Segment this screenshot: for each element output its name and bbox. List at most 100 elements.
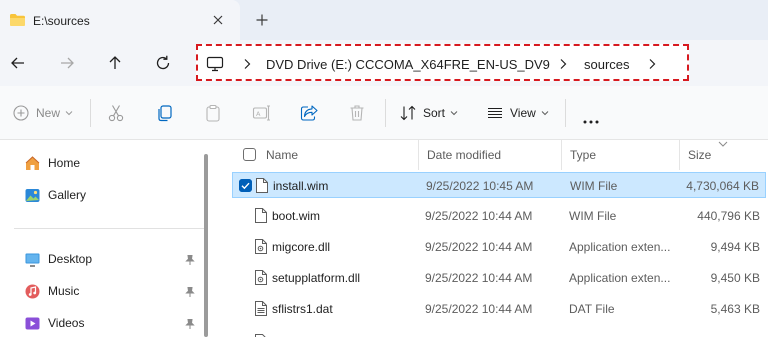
file-icon — [256, 178, 268, 193]
folder-icon — [10, 14, 25, 26]
sidebar-divider — [14, 228, 204, 229]
dll-file-icon — [255, 239, 267, 254]
home-icon — [25, 155, 40, 170]
this-pc-icon[interactable] — [206, 56, 224, 72]
column-header-label: Type — [570, 148, 597, 162]
delete-icon[interactable] — [347, 103, 367, 123]
command-separator — [385, 99, 386, 127]
table-row[interactable]: migcore.dll 9/25/2022 10:44 AM Applicati… — [232, 234, 766, 260]
sort-button-label: Sort — [423, 106, 446, 120]
refresh-icon[interactable] — [153, 53, 173, 73]
sidebar-item-label: Gallery — [48, 188, 87, 202]
dat-file-icon — [255, 301, 267, 316]
chevron-right-icon[interactable] — [647, 58, 657, 70]
column-header-label: Date modified — [427, 148, 502, 162]
chevron-down-icon — [450, 111, 458, 116]
sidebar-item-desktop[interactable]: Desktop — [24, 248, 92, 270]
sidebar-item-label: Desktop — [48, 252, 93, 266]
column-header-type[interactable]: Type — [562, 140, 680, 170]
file-type: DAT File — [569, 302, 615, 316]
new-button-label: New — [36, 106, 61, 120]
file-size: 5,463 KB — [710, 302, 760, 316]
table-row[interactable]: setupplatform.dll 9/25/2022 10:44 AM App… — [232, 265, 766, 291]
file-name: setupplatform.dll — [272, 271, 361, 285]
view-button[interactable]: View — [486, 102, 549, 124]
sidebar-item-home[interactable]: Home — [24, 152, 80, 174]
breadcrumb-drive[interactable]: DVD Drive (E:) CCCOMA_X64FRE_EN-US_DV9 — [266, 57, 550, 72]
table-row-partial[interactable] — [232, 329, 766, 337]
sidebar-scrollbar[interactable] — [204, 154, 208, 337]
file-size: 9,450 KB — [710, 271, 760, 285]
tab-strip: E:\sources — [0, 0, 768, 40]
tab-title: E:\sources — [33, 14, 90, 28]
file-icon — [255, 208, 267, 223]
svg-text:A: A — [256, 110, 261, 118]
sidebar-item-label: Music — [48, 284, 80, 298]
rename-icon[interactable]: A — [251, 103, 271, 123]
file-date: 9/25/2022 10:44 AM — [425, 209, 533, 223]
tab-sources[interactable]: E:\sources — [0, 0, 240, 40]
sort-button[interactable]: Sort — [399, 102, 458, 124]
table-row[interactable]: sflistrs1.dat 9/25/2022 10:44 AM DAT Fil… — [232, 296, 766, 322]
chevron-right-icon[interactable] — [242, 58, 252, 70]
dll-file-icon — [255, 270, 267, 285]
close-icon[interactable] — [210, 12, 226, 28]
file-name: migcore.dll — [272, 240, 331, 254]
sort-caret-icon — [718, 141, 728, 147]
command-bar: New A Sort View — [0, 86, 768, 140]
sort-icon — [400, 105, 416, 121]
pin-icon[interactable] — [184, 254, 196, 266]
sidebar-item-label: Home — [48, 156, 81, 170]
file-type: WIM File — [570, 179, 618, 193]
new-button[interactable]: New — [12, 102, 73, 124]
copy-icon[interactable] — [155, 103, 175, 123]
paste-icon[interactable] — [203, 103, 223, 123]
cut-icon[interactable] — [106, 103, 126, 123]
view-button-label: View — [510, 106, 536, 120]
share-icon[interactable] — [299, 103, 319, 123]
file-icon — [255, 334, 266, 337]
gallery-icon — [25, 188, 40, 202]
chevron-right-icon[interactable] — [558, 58, 568, 70]
file-size: 4,730,064 KB — [686, 179, 759, 193]
forward-arrow-icon[interactable] — [57, 53, 77, 73]
file-type: WIM File — [569, 209, 617, 223]
file-name: install.wim — [273, 179, 329, 193]
command-separator — [565, 99, 566, 127]
file-name: sflistrs1.dat — [272, 302, 333, 316]
chevron-down-icon — [65, 111, 73, 116]
view-list-icon — [488, 107, 502, 119]
sidebar-item-label: Videos — [48, 316, 85, 330]
sidebar-item-music[interactable]: Music — [24, 280, 79, 302]
file-type: Application exten... — [569, 271, 671, 285]
file-date: 9/25/2022 10:44 AM — [425, 271, 533, 285]
chevron-down-icon — [541, 111, 549, 116]
videos-icon — [25, 317, 40, 329]
navigation-pane: Home Gallery Desktop Music Videos — [0, 140, 212, 337]
table-row[interactable]: install.wim 9/25/2022 10:45 AM WIM File … — [232, 172, 766, 198]
file-list: Name Date modified Type Size install.wim… — [212, 140, 768, 337]
column-header-label: Size — [688, 148, 712, 162]
file-date: 9/25/2022 10:44 AM — [425, 240, 533, 254]
file-name: boot.wim — [272, 209, 321, 223]
file-date: 9/25/2022 10:45 AM — [426, 179, 534, 193]
music-icon — [25, 284, 40, 298]
address-bar[interactable]: DVD Drive (E:) CCCOMA_X64FRE_EN-US_DV9 s… — [196, 44, 689, 81]
breadcrumb-sources[interactable]: sources — [584, 57, 630, 72]
column-header-label: Name — [266, 148, 299, 162]
plus-icon[interactable] — [254, 12, 270, 28]
more-options-icon[interactable] — [582, 111, 600, 133]
row-checkbox-checked[interactable] — [239, 179, 252, 192]
sidebar-item-videos[interactable]: Videos — [24, 312, 84, 334]
sidebar-item-gallery[interactable]: Gallery — [24, 184, 86, 206]
file-size: 9,494 KB — [710, 240, 760, 254]
up-arrow-icon[interactable] — [105, 53, 125, 73]
column-header-date[interactable]: Date modified — [419, 140, 562, 170]
table-row[interactable]: boot.wim 9/25/2022 10:44 AM WIM File 440… — [232, 203, 766, 229]
desktop-icon — [25, 253, 40, 267]
column-header-name[interactable]: Name — [232, 140, 419, 170]
back-arrow-icon[interactable] — [8, 53, 28, 73]
file-type: Application exten... — [569, 240, 671, 254]
pin-icon[interactable] — [184, 286, 196, 298]
pin-icon[interactable] — [184, 318, 196, 330]
